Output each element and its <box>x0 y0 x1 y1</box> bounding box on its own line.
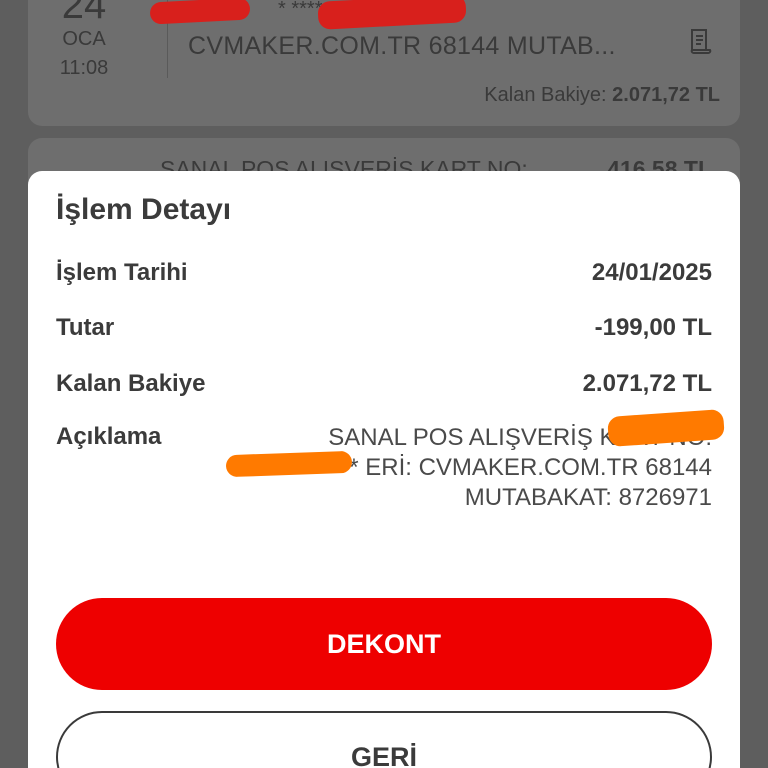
row-label: Kalan Bakiye <box>56 370 206 397</box>
row-label: Tutar <box>56 314 115 341</box>
receipt-icon[interactable] <box>688 28 714 56</box>
receipt-button[interactable]: DEKONT <box>56 598 712 690</box>
card-balance: Kalan Bakiye: 2.071,72 TL <box>484 84 720 107</box>
row-label: İşlem Tarihi <box>56 259 188 286</box>
description-label: Açıklama <box>56 423 162 450</box>
masked-card-line: * **** <box>278 0 323 20</box>
description-line: MUTABAKAT: 8726971 <box>464 484 712 511</box>
detail-row-balance: Kalan Bakiye 2.071,72 TL <box>56 370 712 400</box>
transaction-detail-modal: İşlem Detayı İşlem Tarihi 24/01/2025 Tut… <box>28 171 740 768</box>
back-button[interactable]: GERİ <box>56 711 712 768</box>
row-value: -199,00 TL <box>594 314 712 341</box>
balance-value: 2.071,72 TL <box>612 84 720 106</box>
row-value: 24/01/2025 <box>591 259 712 286</box>
transaction-date: 24 OCA 11:08 <box>28 0 140 110</box>
date-day: 24 <box>61 0 107 27</box>
redaction-mark <box>225 450 353 478</box>
modal-title: İşlem Detayı <box>56 193 232 226</box>
date-month: OCA <box>62 28 106 50</box>
date-time: 11:08 <box>59 57 109 79</box>
detail-row-amount: Tutar -199,00 TL <box>56 314 712 344</box>
balance-label: Kalan Bakiye: <box>484 84 607 106</box>
merchant-line: CVMAKER.COM.TR 68144 MUTAB... <box>188 32 616 60</box>
detail-row-date: İşlem Tarihi 24/01/2025 <box>56 259 712 289</box>
row-value: 2.071,72 TL <box>582 370 712 397</box>
